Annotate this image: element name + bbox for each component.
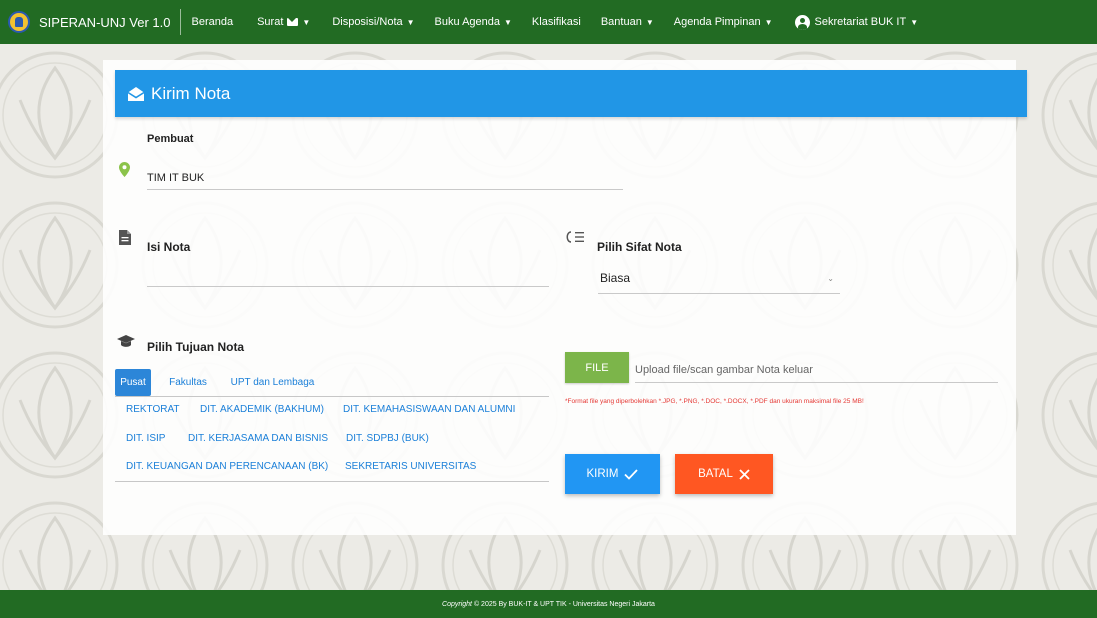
caret-down-icon: ▼ [764,17,773,27]
kirim-label: KIRIM [586,468,619,480]
nav-beranda[interactable]: Beranda [192,0,234,44]
card-header: Kirim Nota [115,70,1027,117]
check-icon [624,468,639,480]
tujuan-nota-label: Pilih Tujuan Nota [147,340,245,354]
unj-logo-icon [8,11,30,33]
user-circle-icon [794,14,810,30]
batal-button[interactable]: BATAL [675,454,773,494]
nav-agenda-pimpinan[interactable]: Agenda Pimpinan ▼ [674,0,773,44]
destination-rektorat[interactable]: REKTORAT [126,404,180,415]
nav-klasifikasi[interactable]: Klasifikasi [532,0,581,44]
file-button[interactable]: FILE [565,352,629,383]
file-path-input[interactable]: Upload file/scan gambar Nota keluar [635,358,998,383]
destinations-divider [115,481,549,482]
tab-upt-dan-lembaga[interactable]: UPT dan Lembaga [225,369,320,396]
close-icon [739,468,750,480]
caret-down-icon: ▼ [302,17,311,27]
envelope-open-icon [127,86,145,101]
nav-disposisi-nota[interactable]: Disposisi/Nota ▼ [332,0,414,44]
brand[interactable]: SIPERAN-UNJ Ver 1.0 [0,0,181,44]
destination-dit-akademik[interactable]: DIT. AKADEMIK (BAKHUM) [200,404,324,415]
chevron-down-icon: ⌄ [827,274,834,283]
footer: Copyright © 2025 By BUK-IT & UPT TIK - U… [0,590,1097,618]
nav-buku-agenda[interactable]: Buku Agenda ▼ [435,0,512,44]
isi-nota-input[interactable] [147,263,549,287]
sifat-nota-select[interactable]: Biasa ⌄ [598,262,840,294]
tab-fakultas[interactable]: Fakultas [165,369,211,396]
nav-user-menu[interactable]: Sekretariat BUK IT ▼ [794,0,919,44]
card-title: Kirim Nota [151,83,231,103]
destination-dit-isip[interactable]: DIT. ISIP [126,433,165,444]
destination-sekretaris-universitas[interactable]: SEKRETARIS UNIVERSITAS [345,461,476,472]
destination-dit-keuangan[interactable]: DIT. KEUANGAN DAN PERENCANAAN (BK) [126,461,328,472]
file-format-note: *Format file yang diperbolehkan *.JPG, *… [565,398,864,405]
map-marker-icon [119,162,130,177]
footer-text: Copyright © 2025 By BUK-IT & UPT TIK - U… [442,600,655,608]
tab-pusat[interactable]: Pusat [115,369,151,396]
sifat-nota-label: Pilih Sifat Nota [597,240,682,254]
tabs-divider [115,396,549,397]
caret-down-icon: ▼ [406,17,415,27]
envelope-icon [287,18,299,26]
destination-dit-kemahasiswaan[interactable]: DIT. KEMAHASISWAAN DAN ALUMNI [343,404,515,415]
graduation-cap-icon [117,335,135,347]
top-navbar: SIPERAN-UNJ Ver 1.0 Beranda Surat ▼ Disp… [0,0,1097,44]
nav-menu: Beranda Surat ▼ Disposisi/Nota ▼ Buku Ag… [192,0,919,44]
brand-divider [179,9,181,35]
pembuat-label: Pembuat [147,133,194,145]
caret-down-icon: ▼ [504,17,512,27]
kirim-button[interactable]: KIRIM [565,454,660,494]
file-text-icon [119,230,131,245]
nav-surat[interactable]: Surat ▼ [257,0,310,44]
batal-label: BATAL [698,468,733,480]
pembuat-field[interactable] [147,166,623,190]
app-name: SIPERAN-UNJ Ver 1.0 [39,14,171,30]
nav-bantuan[interactable]: Bantuan ▼ [601,0,654,44]
destination-dit-sdpbj[interactable]: DIT. SDPBJ (BUK) [346,433,429,444]
destination-dit-kerjasama[interactable]: DIT. KERJASAMA DAN BISNIS [188,433,328,444]
list-check-icon [566,231,584,243]
caret-down-icon: ▼ [910,17,919,27]
sifat-nota-selected: Biasa [600,270,631,285]
caret-down-icon: ▼ [645,17,654,27]
isi-nota-label: Isi Nota [147,240,191,254]
